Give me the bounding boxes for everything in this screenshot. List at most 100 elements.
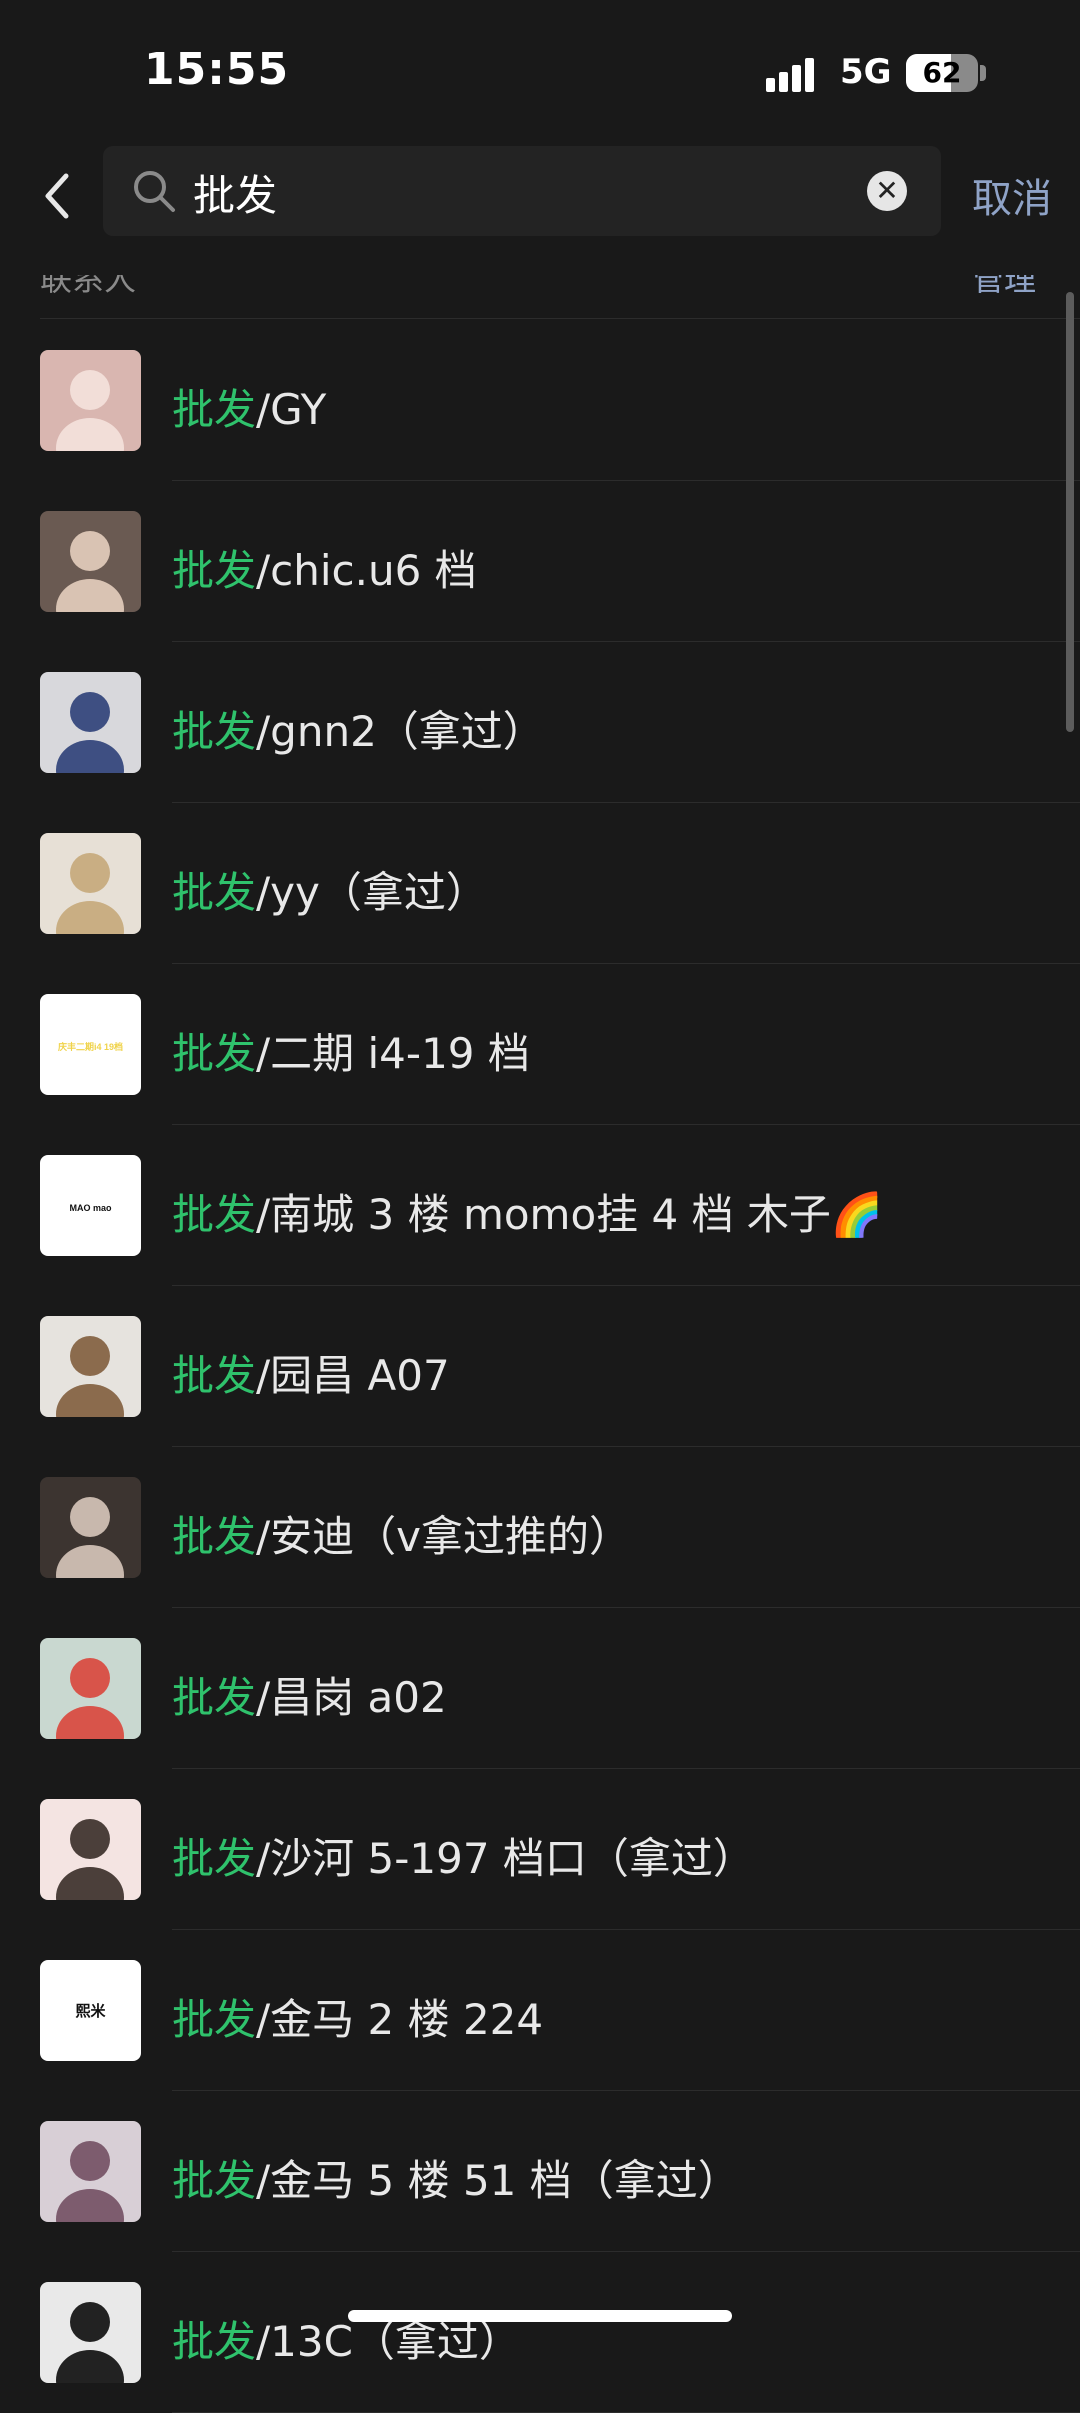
avatar [40, 2121, 141, 2222]
clear-search-button[interactable]: ✕ [867, 171, 907, 211]
contact-name: 批发/安迪（v拿过推的） [172, 1503, 631, 1564]
avatar-image [56, 370, 124, 451]
battery-icon: 62 [906, 54, 978, 92]
contact-row[interactable]: 批发/金马 5 楼 51 档（拿过） [0, 2091, 1080, 2252]
chevron-left-icon [45, 173, 69, 219]
contact-list: 批发/GY 批发/chic.u6 档批发/gnn2（拿过） 批发/yy（拿过） 庆丰二… [0, 320, 1080, 2413]
name-rest: /13C（拿过） [256, 2317, 521, 2366]
contact-name: 批发/南城 3 楼 momo挂 4 档 木子🌈 [172, 1181, 883, 1242]
avatar-image [56, 2302, 124, 2383]
name-highlight: 批发 [172, 1673, 257, 1722]
avatar-body [56, 1384, 124, 1417]
name-rest: /金马 2 楼 224 [256, 1995, 544, 2044]
status-bar: 15:55 5G 62 [0, 0, 1080, 140]
name-rest: /GY [256, 385, 327, 434]
search-query[interactable]: 批发 [193, 162, 277, 223]
avatar-image: MAO mao [69, 1203, 112, 1213]
contact-name: 批发/金马 2 楼 224 [172, 1986, 543, 2047]
name-rest: /yy（拿过） [256, 868, 488, 917]
contact-row[interactable]: 批发/yy（拿过） [0, 803, 1080, 964]
contact-row[interactable]: 批发/GY [0, 320, 1080, 481]
avatar-body [56, 579, 124, 612]
avatar-body [56, 1706, 124, 1739]
home-indicator[interactable] [348, 2310, 732, 2322]
name-highlight: 批发 [172, 2156, 257, 2205]
avatar-image [56, 1497, 124, 1578]
contact-name: 批发/沙河 5-197 档口（拿过） [172, 1825, 755, 1886]
contact-row[interactable]: 批发/园昌 A07 [0, 1286, 1080, 1447]
name-rest: /chic.u6 档 [256, 546, 477, 595]
avatar-image [56, 853, 124, 934]
name-highlight: 批发 [172, 1351, 257, 1400]
name-rest: /二期 i4-19 档 [256, 1029, 530, 1078]
contact-row[interactable]: MAO mao 批发/南城 3 楼 momo挂 4 档 木子🌈 [0, 1125, 1080, 1286]
name-rest: /南城 3 楼 momo挂 4 档 木子🌈 [256, 1190, 884, 1239]
avatar-head [70, 1658, 110, 1698]
avatar-body [56, 2350, 124, 2383]
avatar-text: MAO mao [69, 1203, 112, 1213]
avatar-image [56, 1336, 124, 1417]
avatar-body [56, 740, 124, 773]
avatar-head [70, 531, 110, 571]
avatar [40, 2282, 141, 2383]
scrollbar[interactable] [1066, 292, 1074, 732]
avatar-body [56, 2189, 124, 2222]
contact-name: 批发/昌岗 a02 [172, 1664, 447, 1725]
avatar: MAO mao [40, 1155, 141, 1256]
name-highlight: 批发 [172, 385, 257, 434]
contact-row[interactable]: 批发/昌岗 a02 [0, 1608, 1080, 1769]
contact-row[interactable]: 批发/chic.u6 档 [0, 481, 1080, 642]
avatar-body [56, 901, 124, 934]
avatar [40, 833, 141, 934]
avatar [40, 350, 141, 451]
name-rest: /安迪（v拿过推的） [256, 1512, 632, 1561]
search-icon [134, 171, 175, 212]
avatar [40, 1799, 141, 1900]
name-highlight: 批发 [172, 868, 257, 917]
name-highlight: 批发 [172, 1029, 257, 1078]
contact-row[interactable]: 批发/安迪（v拿过推的） [0, 1447, 1080, 1608]
contact-name: 批发/gnn2（拿过） [172, 698, 545, 759]
avatar-text: 熙米 [75, 2002, 106, 2020]
avatar [40, 511, 141, 612]
contact-name: 批发/chic.u6 档 [172, 537, 477, 598]
name-highlight: 批发 [172, 2317, 257, 2366]
section-divider [40, 318, 1080, 319]
close-icon: ✕ [875, 174, 899, 207]
contact-name: 批发/园昌 A07 [172, 1342, 450, 1403]
avatar-head [70, 853, 110, 893]
avatar-image [56, 1819, 124, 1900]
contact-row[interactable]: 批发/gnn2（拿过） [0, 642, 1080, 803]
avatar: 庆丰二期i4 19档 [40, 994, 141, 1095]
avatar-body [56, 1545, 124, 1578]
avatar-image [56, 2141, 124, 2222]
name-highlight: 批发 [172, 1995, 257, 2044]
battery-cap [980, 65, 986, 81]
network-label: 5G [840, 52, 892, 92]
back-button[interactable] [34, 166, 84, 226]
avatar-head [70, 2302, 110, 2342]
contact-row[interactable]: 熙米 批发/金马 2 楼 224 [0, 1930, 1080, 2091]
contact-row[interactable]: 庆丰二期i4 19档 批发/二期 i4-19 档 [0, 964, 1080, 1125]
avatar-head [70, 692, 110, 732]
name-rest: /沙河 5-197 档口（拿过） [256, 1834, 755, 1883]
avatar-image [56, 692, 124, 773]
contact-name: 批发/二期 i4-19 档 [172, 1020, 530, 1081]
name-rest: /gnn2（拿过） [256, 707, 545, 756]
cancel-button[interactable]: 取消 [972, 166, 1052, 224]
name-highlight: 批发 [172, 1512, 257, 1561]
status-time: 15:55 [144, 44, 290, 95]
avatar-image: 庆丰二期i4 19档 [57, 1041, 123, 1052]
name-highlight: 批发 [172, 1834, 257, 1883]
avatar-head [70, 1336, 110, 1376]
battery-level: 62 [922, 56, 962, 89]
contact-name: 批发/yy（拿过） [172, 859, 488, 920]
avatar: 熙米 [40, 1960, 141, 2061]
contact-row[interactable]: 批发/沙河 5-197 档口（拿过） [0, 1769, 1080, 1930]
contact-row[interactable]: 批发/13C（拿过） [0, 2252, 1080, 2413]
search-header: 批发 ✕ 取消 [0, 140, 1080, 275]
avatar-body [56, 418, 124, 451]
avatar-body [56, 1867, 124, 1900]
signal-icon [766, 54, 826, 92]
search-input[interactable]: 批发 ✕ [103, 146, 941, 236]
